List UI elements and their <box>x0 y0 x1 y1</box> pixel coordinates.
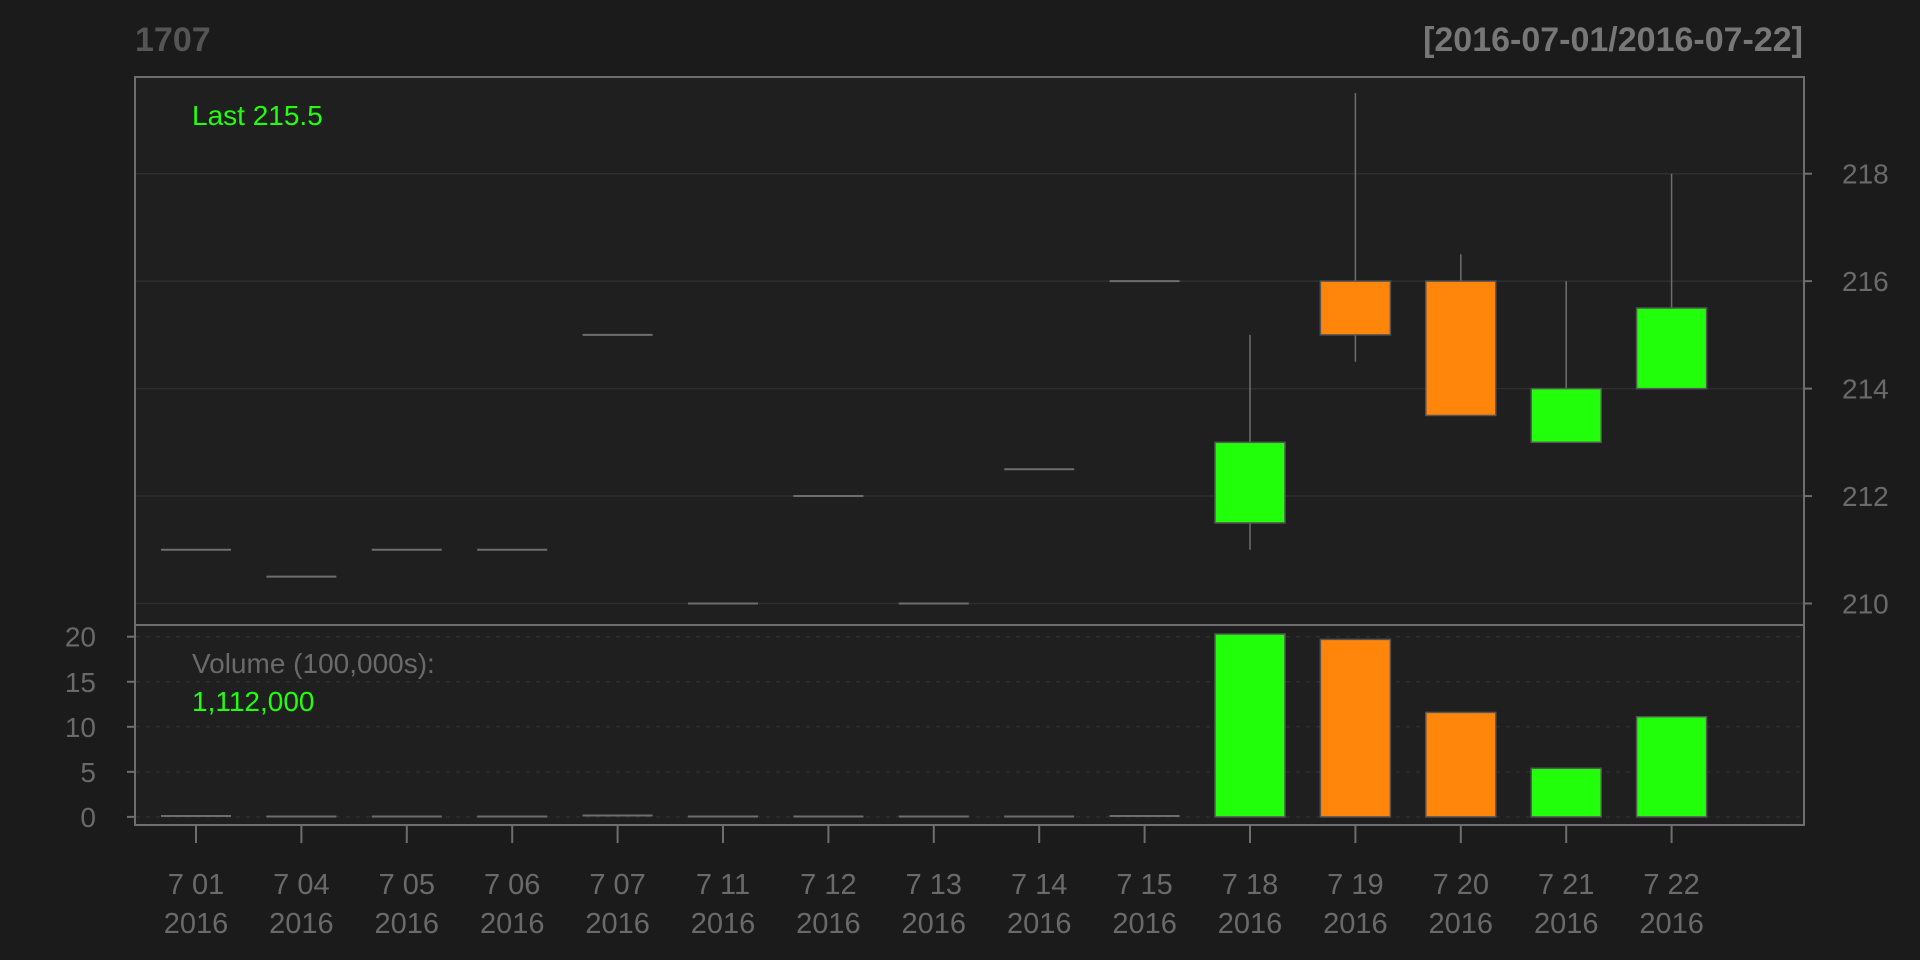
price-panel <box>134 76 1805 626</box>
price-y-tick-label: 214 <box>1842 374 1889 405</box>
chart-root: 1707 [2016-07-01/2016-07-22] 210 212 214 21… <box>0 0 1920 960</box>
volume-bar <box>1214 633 1286 818</box>
x-axis-tick-label: 7 13 <box>906 869 962 901</box>
price-y-tick-label: 212 <box>1842 481 1889 512</box>
x-axis-tick-label: 7 14 <box>1011 869 1067 901</box>
candle-body <box>1530 387 1602 444</box>
volume-bar <box>1425 711 1497 818</box>
volume-y-tick-label: 15 <box>65 667 96 698</box>
x-axis-tick-year: 2016 <box>585 908 650 940</box>
x-axis-tick-label: 7 20 <box>1433 869 1489 901</box>
x-axis-tick-year: 2016 <box>902 908 967 940</box>
candle-body <box>1635 307 1708 390</box>
volume-bar <box>1530 767 1602 818</box>
x-axis-tick-year: 2016 <box>796 908 861 940</box>
volume-y-tick-label: 20 <box>65 622 96 653</box>
volume-label: Volume (100,000s): <box>192 648 435 679</box>
x-axis-tick-year: 2016 <box>1429 908 1494 940</box>
volume-bar <box>1635 715 1708 818</box>
volume-y-tick-label: 0 <box>80 802 96 833</box>
date-range: [2016-07-01/2016-07-22] <box>1423 21 1803 59</box>
x-axis-tick-year: 2016 <box>1534 908 1599 940</box>
x-axis-tick-year: 2016 <box>1112 908 1177 940</box>
x-axis-tick-year: 2016 <box>1007 908 1072 940</box>
candle-body <box>1425 280 1497 417</box>
x-axis-tick-label: 7 21 <box>1538 869 1594 901</box>
x-axis-tick-year: 2016 <box>1639 908 1704 940</box>
x-axis-tick-year: 2016 <box>375 908 440 940</box>
candle-body <box>1214 441 1286 524</box>
volume-y-tick-label: 10 <box>65 712 96 743</box>
x-axis-tick-label: 7 12 <box>800 869 856 901</box>
volume-bar <box>1319 638 1392 818</box>
x-axis-tick-label: 7 22 <box>1643 869 1699 901</box>
x-axis-tick-label: 7 19 <box>1327 869 1383 901</box>
x-axis-tick-label: 7 05 <box>379 869 435 901</box>
x-axis-tick-label: 7 15 <box>1116 869 1172 901</box>
x-axis-tick-label: 7 04 <box>273 869 329 901</box>
price-y-tick-label: 218 <box>1842 159 1889 190</box>
x-axis-tick-label: 7 11 <box>696 869 750 901</box>
x-axis-tick-year: 2016 <box>269 908 334 940</box>
chart-title: 1707 <box>135 21 211 59</box>
volume-y-tick-label: 5 <box>80 757 96 788</box>
x-axis-tick-year: 2016 <box>164 908 229 940</box>
x-axis-tick-label: 7 07 <box>589 869 645 901</box>
x-axis-tick-year: 2016 <box>1218 908 1283 940</box>
x-axis-tick-label: 7 18 <box>1222 869 1278 901</box>
volume-value: 1,112,000 <box>192 686 315 717</box>
candle-body <box>1319 280 1392 336</box>
x-axis-tick-label: 7 01 <box>168 869 224 901</box>
price-y-tick-label: 210 <box>1842 589 1889 620</box>
x-axis-tick-label: 7 06 <box>484 869 540 901</box>
price-y-tick-label: 216 <box>1842 266 1889 297</box>
x-axis-tick-year: 2016 <box>480 908 545 940</box>
x-axis-tick-year: 2016 <box>691 908 756 940</box>
last-price-label: Last 215.5 <box>192 100 323 131</box>
x-axis-tick-year: 2016 <box>1323 908 1388 940</box>
